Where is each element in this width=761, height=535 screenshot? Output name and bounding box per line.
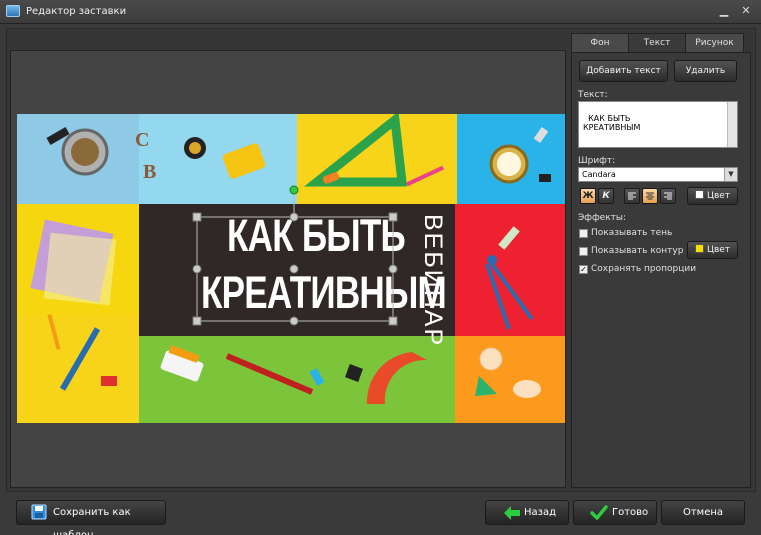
align-right-icon [664,192,672,200]
back-label: Назад [524,507,557,518]
preview-canvas[interactable]: C B КАК БЫТЬ КРЕАТИВНЫМ ВЕБИНАР [17,114,565,423]
tab-picture[interactable]: Рисунок [685,33,744,53]
shadow-label: Показывать тень [591,228,673,238]
text-input[interactable]: КАК БЫТЬ КРЕАТИВНЫМ [578,101,738,148]
window-title: Редактор заставки [26,6,127,17]
add-text-button[interactable]: Добавить текст [579,60,668,82]
delete-button[interactable]: Удалить [674,60,737,82]
canvas-text-line-2[interactable]: КРЕАТИВНЫМ [201,267,447,319]
bold-button[interactable]: Ж [580,188,596,204]
outline-color-swatch [694,244,704,253]
close-icon[interactable]: ✕ [739,4,753,18]
effects-label: Эффекты: [578,213,627,223]
text-input-value: КАК БЫТЬ КРЕАТИВНЫМ [583,114,641,132]
outline-color-label: Цвет [706,245,731,255]
align-left-button[interactable] [624,188,640,204]
done-button[interactable]: Готово [573,500,657,525]
save-template-button[interactable]: Сохранить как шаблон [16,500,166,535]
chevron-down-icon[interactable]: ▼ [724,168,737,181]
wooden-letter-c: C [135,129,149,151]
app-icon [6,5,20,17]
title-bar: Редактор заставки ▁ ✕ [0,0,761,24]
text-color-swatch [694,190,704,199]
shadow-checkbox[interactable] [579,229,588,238]
align-left-icon [628,192,636,200]
align-center-button[interactable] [642,188,658,204]
tab-background[interactable]: Фон [571,33,629,53]
italic-button[interactable]: К [598,188,614,204]
text-color-label: Цвет [706,191,731,201]
font-label: Шрифт: [578,156,616,166]
floppy-disk-icon [31,504,47,520]
canvas-vertical-text[interactable]: ВЕБИНАР [418,214,447,347]
align-right-button[interactable] [660,188,676,204]
done-label: Готово [612,507,649,518]
tab-text[interactable]: Текст [628,33,686,54]
font-select-value: Candara [582,170,616,179]
minimize-icon[interactable]: ▁ [717,4,731,18]
back-button[interactable]: Назад [485,500,569,525]
wooden-letter-b: B [143,161,156,183]
checkmark-icon [590,505,608,520]
arrow-left-icon [504,506,520,520]
outline-label: Показывать контур [591,246,684,256]
align-center-icon [646,192,654,200]
cancel-button[interactable]: Отмена [661,500,745,525]
canvas-text-line-1[interactable]: КАК БЫТЬ [227,210,406,262]
proportions-checkbox[interactable]: ✓ [579,265,588,274]
font-select[interactable]: Candara ▼ [578,167,738,182]
outline-checkbox[interactable] [579,247,588,256]
text-color-button[interactable]: Цвет [687,187,738,205]
save-template-label: Сохранить как шаблон [53,507,131,535]
text-label: Текст: [578,90,608,100]
proportions-label: Сохранять пропорции [591,264,697,274]
outline-color-button[interactable]: Цвет [687,241,738,259]
textarea-scrollbar[interactable] [727,102,737,147]
